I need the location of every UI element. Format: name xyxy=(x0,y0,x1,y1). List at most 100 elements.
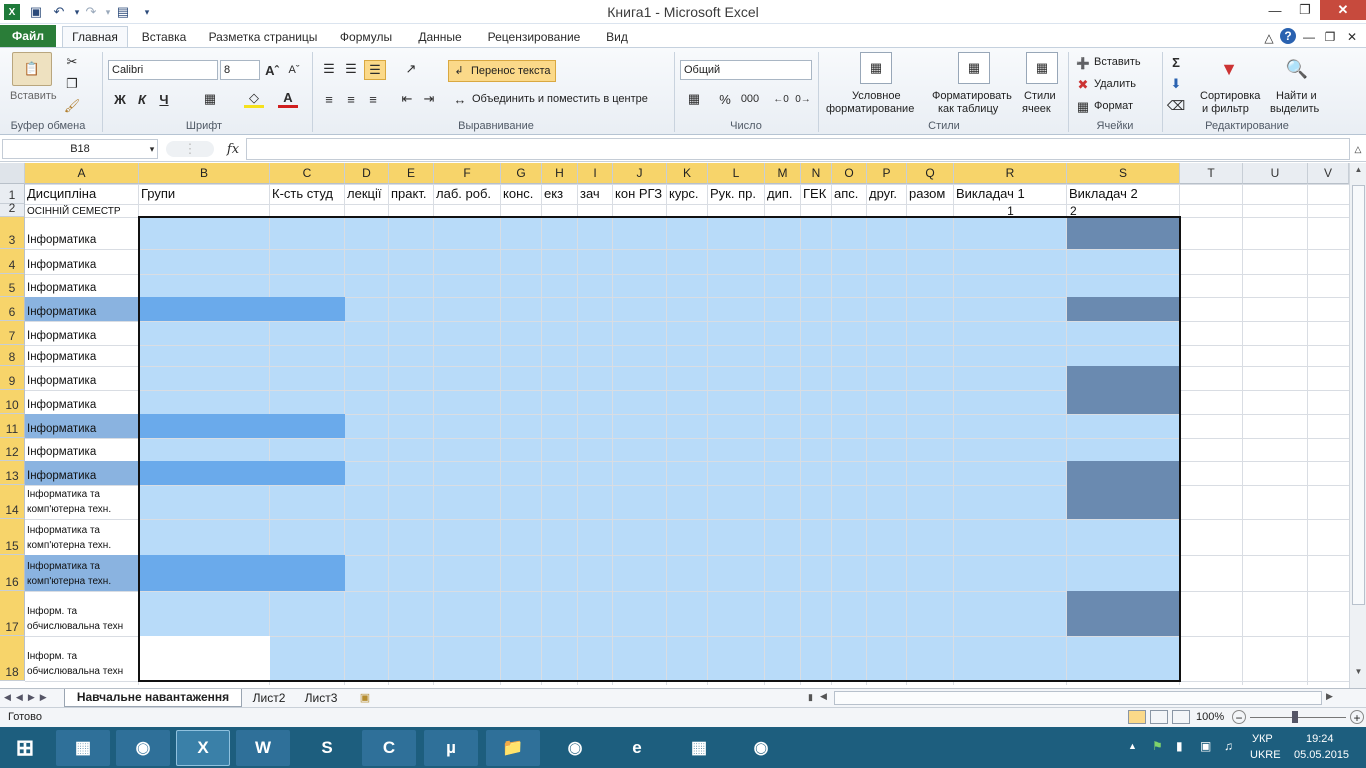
bold-button[interactable]: Ж xyxy=(112,90,128,108)
tray-keyboard-layout[interactable]: UKRE xyxy=(1250,749,1281,761)
discipline-cell[interactable]: Інформатика xyxy=(27,297,138,321)
row-header-15[interactable]: 15 xyxy=(0,519,25,555)
column-header-v[interactable]: V xyxy=(1308,163,1349,184)
internet-explorer-icon[interactable]: e xyxy=(610,730,664,766)
increase-decimal-icon[interactable]: ←0 xyxy=(772,90,790,108)
excel-taskbar-icon[interactable]: X xyxy=(176,730,230,766)
column-header-g[interactable]: G xyxy=(501,163,542,184)
sort-filter-line1[interactable]: Сортировка xyxy=(1200,90,1260,102)
store-icon[interactable]: ▦ xyxy=(672,730,726,766)
column-header-s[interactable]: S xyxy=(1067,163,1180,184)
column-header-a[interactable]: A xyxy=(25,163,139,184)
column-header-c[interactable]: C xyxy=(270,163,345,184)
header-cell-s[interactable]: Викладач 2 xyxy=(1069,187,1179,201)
column-header-r[interactable]: R xyxy=(954,163,1067,184)
font-color-icon[interactable]: A xyxy=(278,90,298,108)
column-header-m[interactable]: M xyxy=(765,163,801,184)
normal-view-icon[interactable] xyxy=(1128,710,1146,724)
name-box[interactable]: B18 xyxy=(2,139,158,159)
format-as-table-line1[interactable]: Форматировать xyxy=(932,90,1012,102)
discipline-cell[interactable]: Інформатика та комп'ютерна техн. xyxy=(27,555,138,591)
header-cell-p[interactable]: друг. xyxy=(869,187,906,201)
row-header-16[interactable]: 16 xyxy=(0,555,25,591)
column-header-h[interactable]: H xyxy=(542,163,578,184)
align-top-icon[interactable]: ☰ xyxy=(320,60,338,78)
discipline-cell[interactable]: Інформатика та комп'ютерна техн. xyxy=(27,519,138,555)
vertical-scroll-thumb[interactable] xyxy=(1352,185,1365,605)
name-box-dropdown-icon[interactable]: ▾ xyxy=(146,142,158,156)
discipline-cell[interactable]: Інформ. та обчислювальна техн xyxy=(27,591,138,636)
close-icon[interactable]: ✕ xyxy=(1320,0,1366,20)
discipline-cell[interactable]: Інформатика xyxy=(27,414,138,438)
zoom-slider[interactable] xyxy=(1250,717,1346,718)
decrease-indent-icon[interactable]: ⇤ xyxy=(398,90,416,108)
tab-review[interactable]: Рецензирование xyxy=(480,28,588,48)
teacher-2-number[interactable]: 2 xyxy=(1070,204,1100,218)
format-painter-icon[interactable]: 🖌 xyxy=(64,98,81,114)
sheet-tab-2[interactable]: Лист2 xyxy=(246,690,292,708)
column-header-q[interactable]: Q xyxy=(907,163,954,184)
align-right-icon[interactable]: ≡ xyxy=(364,90,382,108)
tray-monitor-icon[interactable]: ▣ xyxy=(1200,739,1211,753)
copy-icon[interactable]: ❐ xyxy=(64,76,80,92)
expand-formula-icon[interactable]: △ xyxy=(1352,142,1364,156)
cell-styles-line1[interactable]: Стили xyxy=(1024,90,1056,102)
tab-split-handle[interactable]: ▮ xyxy=(808,692,818,704)
minimize-icon[interactable]: — xyxy=(1260,0,1290,20)
find-select-icon[interactable]: 🔍 xyxy=(1282,54,1312,84)
tab-formulas[interactable]: Формулы xyxy=(332,28,400,48)
start-icon[interactable]: ⊞ xyxy=(0,730,50,766)
collapse-ribbon-icon[interactable]: △ xyxy=(1262,29,1276,49)
delete-cells-button[interactable]: Удалить xyxy=(1094,78,1136,90)
column-header-o[interactable]: O xyxy=(832,163,867,184)
cut-icon[interactable]: ✂ xyxy=(64,54,80,70)
tab-file[interactable]: Файл xyxy=(0,25,56,47)
fill-icon[interactable]: ⬇ xyxy=(1168,76,1184,92)
format-cells-button[interactable]: Формат xyxy=(1094,100,1133,112)
tab-view[interactable]: Вид xyxy=(596,28,638,48)
header-cell-i[interactable]: зач xyxy=(580,187,612,201)
row-header-11[interactable]: 11 xyxy=(0,414,25,438)
row-header-9[interactable]: 9 xyxy=(0,366,25,390)
orientation-icon[interactable]: ↗ xyxy=(398,60,424,78)
italic-button[interactable]: К xyxy=(134,90,150,108)
discipline-cell[interactable]: Інформатика та комп'ютерна техн. xyxy=(27,485,138,519)
row-header-7[interactable]: 7 xyxy=(0,321,25,345)
cell-styles-line2[interactable]: ячеек xyxy=(1022,103,1051,115)
row-header-8[interactable]: 8 xyxy=(0,345,25,366)
increase-font-icon[interactable]: Aˆ xyxy=(264,62,280,78)
paste-button[interactable]: Вставить xyxy=(10,90,57,102)
word-icon[interactable]: W xyxy=(236,730,290,766)
worksheet-grid[interactable]: A B C D E F G H I J K L M N O P Q R S T U V 1 2 3 4 5 6 7 8 9 10 11 12 13 1… xyxy=(0,163,1349,685)
discipline-cell[interactable]: Інформатика xyxy=(27,366,138,390)
font-size-select[interactable]: 8 xyxy=(220,60,260,80)
row-header-12[interactable]: 12 xyxy=(0,438,25,461)
align-bottom-icon[interactable]: ☰ xyxy=(364,60,386,80)
currency-icon[interactable]: ▦ xyxy=(684,90,704,108)
cell-styles-icon[interactable]: ▦ xyxy=(1026,52,1058,84)
find-select-line1[interactable]: Найти и xyxy=(1276,90,1317,102)
horizontal-scroll-thumb[interactable] xyxy=(834,691,1322,705)
tray-flag-icon[interactable]: ⚑ xyxy=(1152,739,1163,753)
help-icon[interactable]: ? xyxy=(1280,28,1296,44)
header-cell-j[interactable]: кон РГЗ xyxy=(615,187,666,201)
doc-restore-icon[interactable]: ❐ xyxy=(1322,28,1338,48)
column-header-k[interactable]: K xyxy=(667,163,708,184)
discipline-cell[interactable]: Інформатика xyxy=(27,438,138,461)
insert-cells-button[interactable]: Вставить xyxy=(1094,56,1141,68)
tab-home[interactable]: Главная xyxy=(62,26,128,49)
select-all-corner[interactable] xyxy=(0,163,25,184)
merge-center-button[interactable]: Объединить и поместить в центре xyxy=(472,93,648,105)
utorrent-icon[interactable]: µ xyxy=(424,730,478,766)
tab-insert[interactable]: Вставка xyxy=(132,28,196,48)
thousands-button[interactable]: 000 xyxy=(738,90,762,108)
header-cell-n[interactable]: ГЕК xyxy=(803,187,831,201)
sort-filter-icon[interactable]: ▼ xyxy=(1212,54,1246,84)
row-header-4[interactable]: 4 xyxy=(0,249,25,274)
percent-button[interactable]: % xyxy=(716,90,734,108)
conditional-format-icon[interactable]: ▦ xyxy=(860,52,892,84)
increase-indent-icon[interactable]: ⇥ xyxy=(420,90,438,108)
header-cell-m[interactable]: дип. xyxy=(767,187,800,201)
chrome-icon[interactable]: ◉ xyxy=(116,730,170,766)
column-header-i[interactable]: I xyxy=(578,163,613,184)
